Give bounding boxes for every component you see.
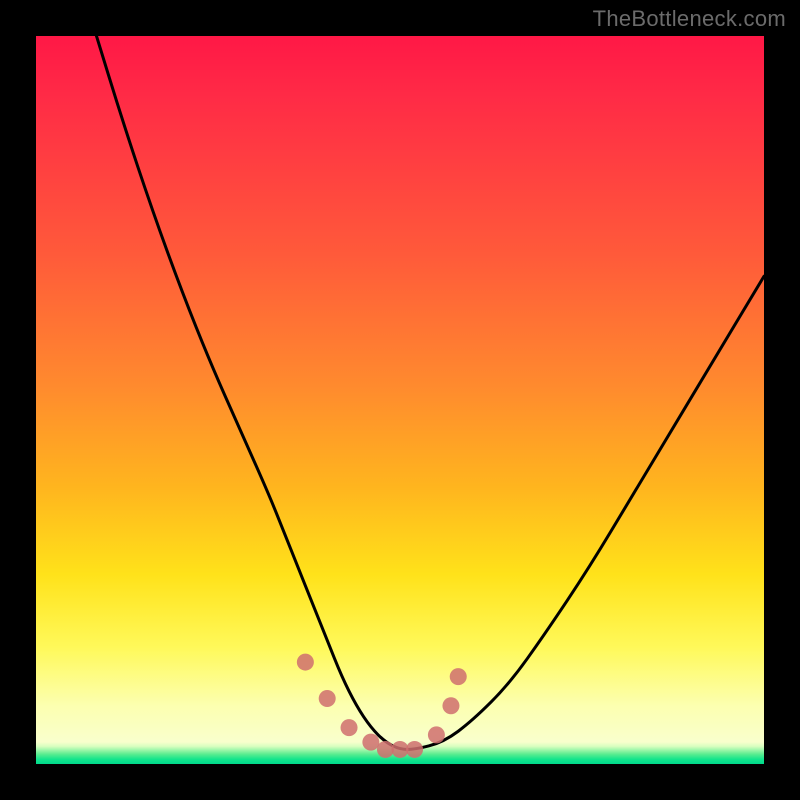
watermark-text: TheBottleneck.com bbox=[593, 6, 786, 32]
chart-marker bbox=[406, 741, 423, 758]
chart-marker bbox=[362, 734, 379, 751]
chart-marker bbox=[392, 741, 409, 758]
chart-marker bbox=[377, 741, 394, 758]
chart-plot-area bbox=[36, 36, 764, 764]
chart-svg bbox=[36, 36, 764, 764]
chart-curve bbox=[94, 29, 764, 750]
chart-marker bbox=[450, 668, 467, 685]
chart-marker bbox=[341, 719, 358, 736]
chart-marker bbox=[319, 690, 336, 707]
chart-marker bbox=[442, 697, 459, 714]
chart-marker bbox=[297, 654, 314, 671]
chart-marker bbox=[428, 726, 445, 743]
chart-frame: TheBottleneck.com bbox=[0, 0, 800, 800]
